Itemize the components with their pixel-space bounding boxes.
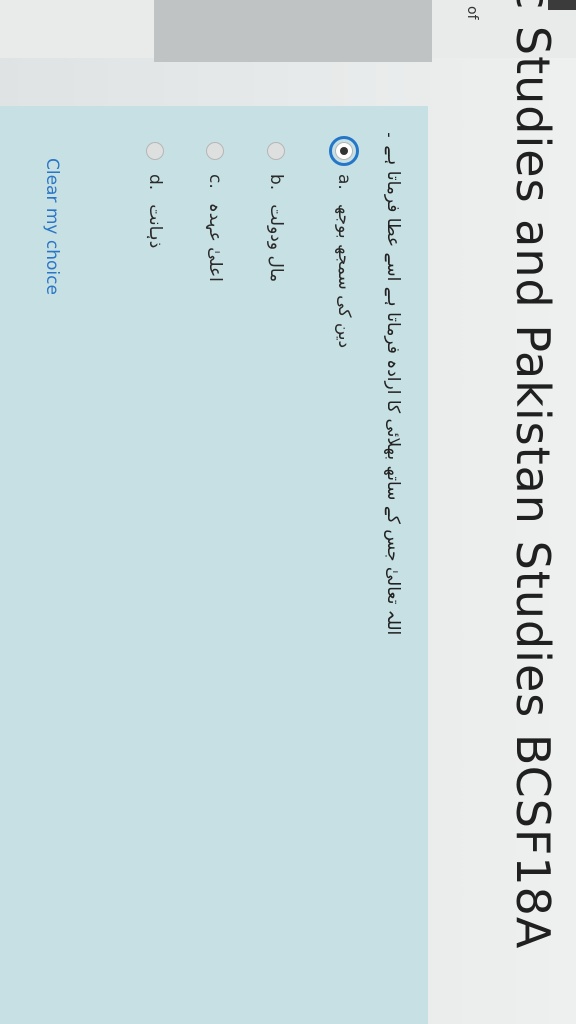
- answer-option-c[interactable]: c. اعلیٰ عہدہ: [205, 142, 226, 282]
- radio-d[interactable]: [146, 142, 165, 160]
- radio-a[interactable]: [329, 136, 359, 166]
- answer-option-b[interactable]: b. مال ودولت: [266, 142, 286, 282]
- answer-option-a[interactable]: a. دین کی سمجھ بوجھ: [329, 136, 359, 349]
- answer-letter-a: a.: [334, 174, 354, 190]
- radio-c[interactable]: [206, 142, 225, 160]
- answer-text-c: اعلیٰ عہدہ: [205, 202, 225, 282]
- page-title: c Studies and Pakistan Studies BCSF18A: [506, 0, 560, 950]
- question-box: اللہ تعالیٰ جس کے ساتھ بھلائی کا ارادہ ف…: [0, 106, 428, 1024]
- answer-text-a: دین کی سمجھ بوجھ: [334, 203, 354, 349]
- answer-option-d[interactable]: d. ذہانت: [145, 142, 166, 248]
- answer-text-b: مال ودولت: [266, 204, 286, 283]
- answer-text-d: ذہانت: [145, 204, 165, 249]
- question-text: اللہ تعالیٰ جس کے ساتھ بھلائی کا ارادہ ف…: [383, 130, 403, 636]
- radio-b[interactable]: [267, 142, 285, 160]
- clear-my-choice-link[interactable]: Clear my choice: [42, 158, 62, 295]
- screen: of tion c Studies and Pakistan Studies B…: [0, 0, 576, 1024]
- answer-letter-c: c.: [205, 174, 226, 189]
- left-panel-label-of: of: [464, 6, 480, 20]
- answer-letter-d: d.: [145, 174, 166, 191]
- answer-letter-b: b.: [266, 174, 286, 191]
- question-info-box: [154, 0, 432, 62]
